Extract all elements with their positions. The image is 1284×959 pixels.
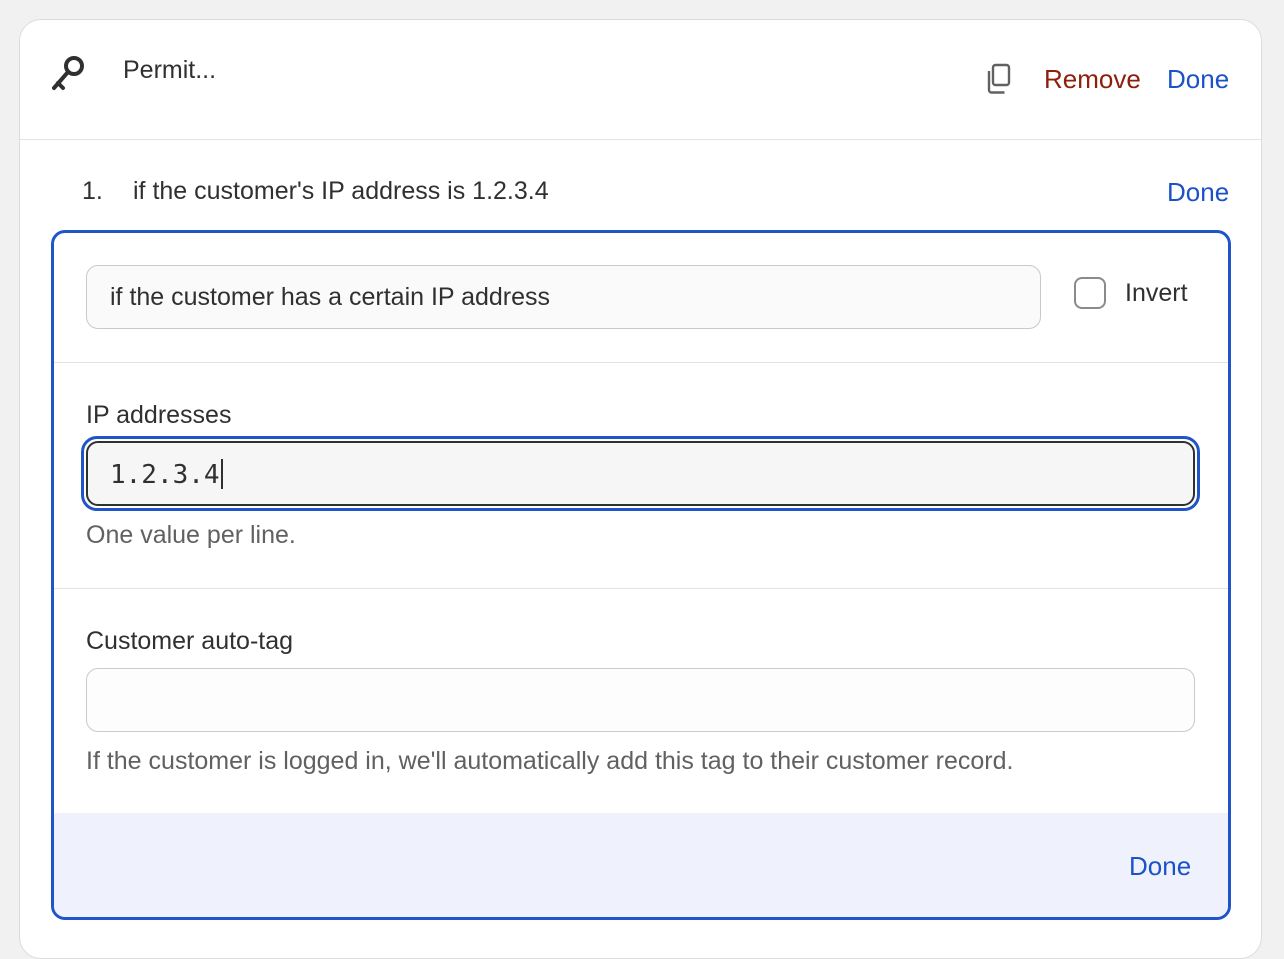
invert-label[interactable]: Invert (1125, 279, 1188, 308)
auto-tag-label: Customer auto-tag (86, 627, 294, 655)
auto-tag-input[interactable] (86, 668, 1195, 732)
header-done-button[interactable]: Done (1167, 64, 1229, 95)
remove-button[interactable]: Remove (1044, 64, 1141, 95)
auto-tag-section: Customer auto-tag If the customer is log… (54, 589, 1228, 813)
ip-addresses-section: IP addresses 1.2.3.4 One value per line. (54, 363, 1228, 589)
condition-section: if the customer has a certain IP address… (54, 233, 1228, 363)
ip-addresses-textarea[interactable]: 1.2.3.4 (86, 441, 1195, 506)
card-header: Permit... Remove Done (20, 20, 1261, 140)
rule-card: Permit... Remove Done 1. if the customer… (19, 19, 1262, 959)
key-icon (52, 56, 84, 90)
rule-summary-row: 1. if the customer's IP address is 1.2.3… (20, 175, 1261, 215)
text-caret (220, 459, 223, 489)
condition-editor-panel: if the customer has a certain IP address… (51, 230, 1231, 920)
rule-number: 1. (82, 177, 103, 205)
copy-icon[interactable] (984, 63, 1012, 95)
panel-footer: Done (54, 813, 1228, 917)
ip-addresses-label: IP addresses (86, 401, 232, 429)
condition-select[interactable]: if the customer has a certain IP address (86, 265, 1041, 329)
page-title: Permit... (123, 56, 217, 84)
rule-summary: if the customer's IP address is 1.2.3.4 (133, 177, 549, 205)
invert-checkbox[interactable] (1074, 277, 1106, 309)
ip-addresses-value: 1.2.3.4 (110, 460, 220, 490)
rule-done-button[interactable]: Done (1167, 177, 1229, 208)
footer-done-button[interactable]: Done (1129, 851, 1191, 882)
auto-tag-help: If the customer is logged in, we'll auto… (86, 747, 1014, 775)
ip-addresses-help: One value per line. (86, 521, 296, 549)
